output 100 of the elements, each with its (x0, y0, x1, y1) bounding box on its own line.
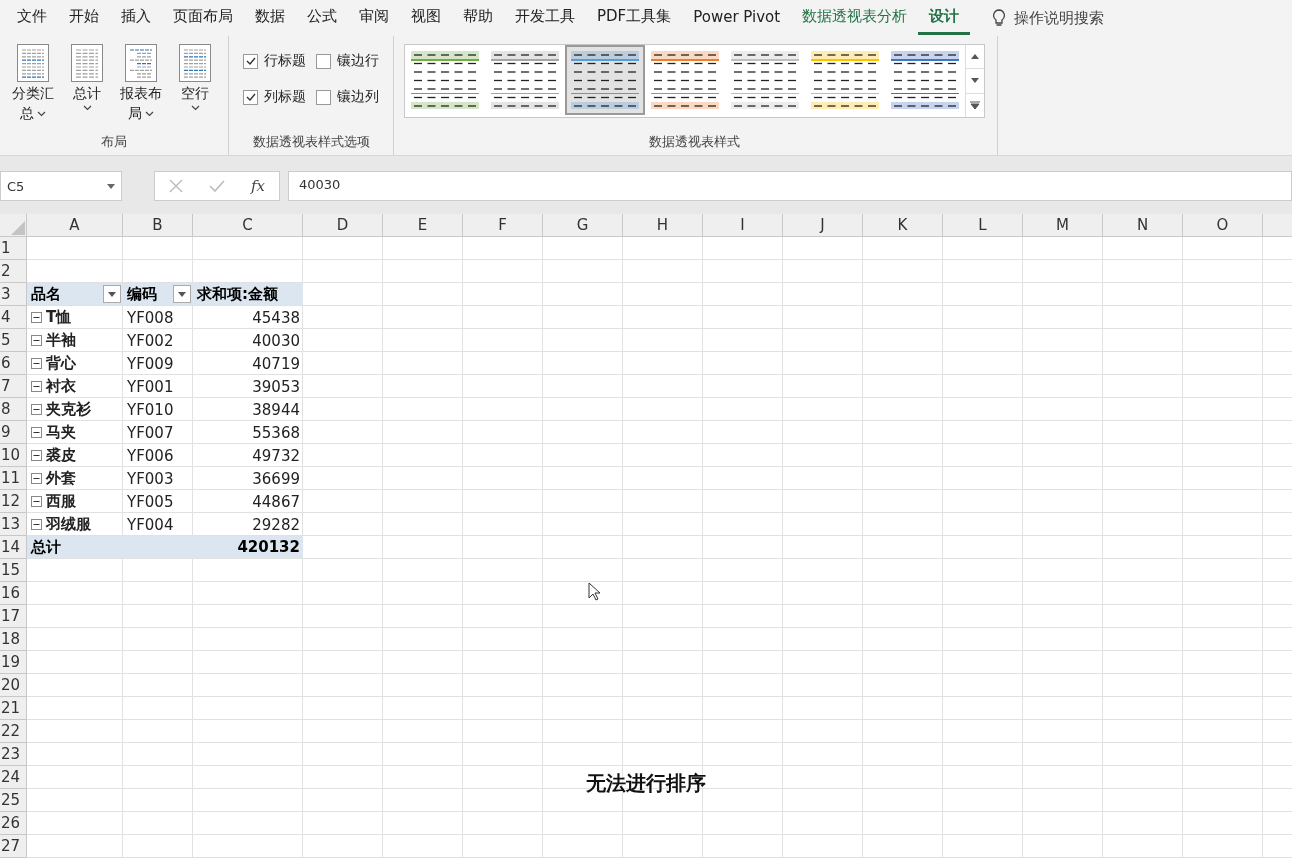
row-header[interactable]: 22 (0, 720, 27, 743)
tell-me-search[interactable]: 操作说明搜索 (1014, 8, 1105, 28)
ribbon-button[interactable]: 分类汇 总 (6, 42, 60, 133)
row-header[interactable]: 18 (0, 628, 27, 651)
ribbon-tab[interactable]: 数据透视表分析 (791, 1, 919, 35)
ribbon-tab[interactable]: Power Pivot (682, 1, 792, 35)
ribbon-tab[interactable]: 视图 (400, 1, 452, 35)
ribbon-tab[interactable]: 审阅 (348, 1, 400, 35)
checkbox[interactable] (243, 89, 258, 105)
row-header[interactable]: 27 (0, 835, 27, 858)
row-header[interactable]: 25 (0, 789, 27, 812)
row-header[interactable]: 15 (0, 559, 27, 582)
scroll-up-icon[interactable] (971, 54, 979, 60)
collapse-icon[interactable] (31, 381, 42, 392)
document-icon (179, 44, 211, 82)
row-header[interactable]: 8 (0, 398, 27, 421)
column-header[interactable]: I (703, 214, 783, 236)
collapse-icon[interactable] (31, 358, 42, 369)
row-header[interactable]: 2 (0, 260, 27, 283)
ribbon-tab[interactable]: 数据 (244, 1, 296, 35)
column-header[interactable]: G (543, 214, 623, 236)
row-header[interactable]: 20 (0, 674, 27, 697)
checkbox[interactable] (316, 89, 331, 105)
option-checkbox[interactable]: 行标题 (243, 52, 306, 70)
column-header[interactable]: C (193, 214, 303, 236)
row-band (491, 51, 559, 59)
lightbulb-icon[interactable] (992, 9, 1007, 27)
row-header[interactable]: 9 (0, 421, 27, 444)
column-header[interactable]: M (1023, 214, 1103, 236)
option-checkbox[interactable]: 镶边列 (316, 88, 379, 106)
scroll-down-icon[interactable] (971, 78, 979, 84)
row-header[interactable]: 3 (0, 283, 27, 306)
pivot-header: 品名 (31, 284, 61, 304)
row-header[interactable]: 19 (0, 651, 27, 674)
column-header[interactable]: F (463, 214, 543, 236)
column-header[interactable]: B (123, 214, 193, 236)
formula-input[interactable]: 40030 (288, 171, 1292, 201)
row-header[interactable]: 13 (0, 513, 27, 536)
row-header[interactable]: 24 (0, 766, 27, 789)
column-header[interactable]: H (623, 214, 703, 236)
row-header[interactable]: 1 (0, 237, 27, 260)
ribbon-tab[interactable]: 公式 (296, 1, 348, 35)
ribbon-tab[interactable]: 页面布局 (162, 1, 244, 35)
filter-dropdown-button[interactable] (103, 285, 121, 303)
ribbon-tab[interactable]: 开始 (58, 1, 110, 35)
row-header[interactable]: 16 (0, 582, 27, 605)
ribbon-tab[interactable]: 帮助 (452, 1, 504, 35)
collapse-icon[interactable] (31, 496, 42, 507)
table-cell: YF009 (127, 354, 174, 373)
row-header[interactable]: 6 (0, 352, 27, 375)
chevron-down-icon (82, 105, 92, 111)
collapse-icon[interactable] (31, 404, 42, 415)
ribbon-button[interactable]: 空行 (168, 42, 222, 133)
collapse-icon[interactable] (31, 473, 42, 484)
row-header[interactable]: 23 (0, 743, 27, 766)
column-header[interactable]: N (1103, 214, 1183, 236)
filter-dropdown-button[interactable] (173, 285, 191, 303)
column-header[interactable]: E (383, 214, 463, 236)
table-cell: 38944 (252, 400, 300, 419)
collapse-icon[interactable] (31, 335, 42, 346)
checkmark-icon[interactable] (209, 180, 225, 192)
ribbon-button[interactable]: 总计 (60, 42, 114, 133)
column-header[interactable]: A (27, 214, 123, 236)
option-checkbox[interactable]: 镶边行 (316, 52, 379, 70)
collapse-icon[interactable] (31, 519, 42, 530)
column-header[interactable]: K (863, 214, 943, 236)
ribbon-tab[interactable]: 文件 (6, 1, 58, 35)
column-header[interactable]: O (1183, 214, 1263, 236)
table-cell: 西服 (46, 492, 76, 511)
ribbon-button[interactable]: 报表布 局 (114, 42, 168, 133)
table-cell: 背心 (46, 354, 76, 373)
style-swatch[interactable] (565, 45, 645, 115)
row-header[interactable]: 11 (0, 467, 27, 490)
name-box[interactable]: C5 (0, 171, 122, 201)
column-header[interactable]: L (943, 214, 1023, 236)
option-checkbox[interactable]: 列标题 (243, 88, 306, 106)
row-header[interactable]: 21 (0, 697, 27, 720)
collapse-icon[interactable] (31, 427, 42, 438)
insert-function-button[interactable]: fx (251, 177, 265, 195)
row-header[interactable]: 5 (0, 329, 27, 352)
checkbox[interactable] (316, 53, 331, 69)
collapse-icon[interactable] (31, 312, 42, 323)
table-cell: T恤 (46, 308, 72, 327)
collapse-icon[interactable] (31, 450, 42, 461)
row-header[interactable]: 7 (0, 375, 27, 398)
table-cell: 55368 (252, 423, 300, 442)
column-header[interactable]: D (303, 214, 383, 236)
checkbox[interactable] (243, 53, 258, 69)
group-label: 数据透视表样式选项 (251, 133, 371, 151)
more-icon[interactable] (970, 101, 980, 110)
row-header[interactable]: 12 (0, 490, 27, 513)
row-header[interactable]: 26 (0, 812, 27, 835)
row-header[interactable]: 10 (0, 444, 27, 467)
ribbon-tab[interactable]: 开发工具 (504, 1, 586, 35)
row-header[interactable]: 4 (0, 306, 27, 329)
ribbon-tab[interactable]: 插入 (110, 1, 162, 35)
ribbon-tab[interactable]: PDF工具集 (586, 1, 683, 35)
row-header[interactable]: 17 (0, 605, 27, 628)
row-header[interactable]: 14 (0, 536, 27, 559)
column-header[interactable]: J (783, 214, 863, 236)
